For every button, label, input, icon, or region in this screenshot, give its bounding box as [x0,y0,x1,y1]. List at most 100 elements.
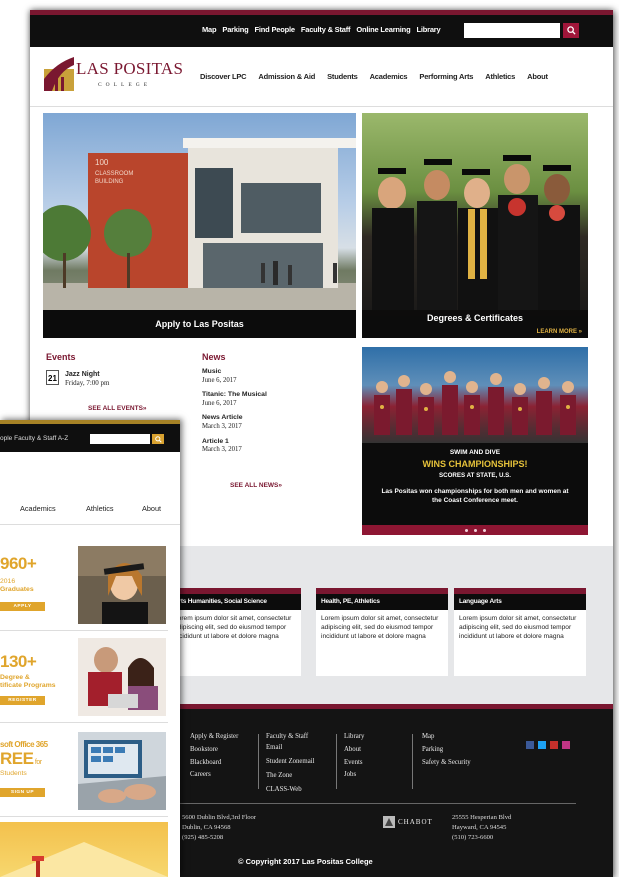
division-tile-title[interactable]: Arts Humanities, Social Science [169,594,301,610]
stat-card-office365[interactable]: soft Office 365 REE for Students SIGN UP [0,732,168,810]
nav-academics[interactable]: Academics [370,72,408,81]
apply-button[interactable]: APPLY [0,602,45,611]
carousel-dots[interactable] [362,525,588,535]
news-item-title[interactable]: Article 1 [202,438,229,445]
footer-link[interactable]: Library [344,731,364,744]
see-all-events-link[interactable]: SEE ALL EVENTS» [88,405,147,412]
news-item-title[interactable]: Music [202,368,221,375]
hero-apply[interactable]: 100 CLASSROOM BUILDING Apply to Las Posi… [43,113,356,338]
footer-link[interactable]: Email [266,742,315,753]
search-button[interactable] [563,23,579,38]
swim-body: Las Positas won championships for both m… [381,488,569,504]
division-tile-title[interactable]: Language Arts [454,594,586,610]
mobile-search-button[interactable] [152,434,164,444]
see-all-news-link[interactable]: SEE ALL NEWS» [230,482,282,489]
footer-link[interactable]: Map [422,731,471,744]
footer-link[interactable]: Blackboard [190,757,238,770]
division-tile-title[interactable]: Health, PE, Athletics [316,594,448,610]
event-name[interactable]: Jazz Night [65,371,100,378]
stat-card-programs[interactable]: 130+ Degree & tificate Programs REGISTER [0,638,168,716]
footer-link[interactable]: Bookstore [190,744,238,757]
social-links [526,741,570,749]
card-separator [0,630,168,631]
youtube-icon[interactable] [550,741,558,749]
footer-col-1: Apply & Register Bookstore Blackboard Ca… [190,731,238,782]
mobile-nav-academics[interactable]: Academics [20,504,56,513]
utility-link-library[interactable]: Library [416,25,440,34]
news-item-date: March 3, 2017 [202,422,242,430]
stat-number: 130+ [0,652,37,671]
news-item-title[interactable]: News Article [202,414,243,421]
footer-rule [178,803,576,804]
footer-link[interactable]: Events [344,757,364,770]
utility-link-online-learning[interactable]: Online Learning [356,25,410,34]
main-nav: Discover LPC Admission & Aid Students Ac… [200,72,548,81]
hero-degrees[interactable]: Degrees & Certificates LEARN MORE » [362,113,588,338]
division-tile-health[interactable]: Health, PE, Athletics Lorem ipsum dolor … [316,588,448,676]
nav-students[interactable]: Students [327,72,358,81]
news-item[interactable]: News Article March 3, 2017 [202,414,312,431]
facebook-icon[interactable] [526,741,534,749]
copyright: © Copyright 2017 Las Positas College [238,857,373,866]
division-tile-arts[interactable]: Arts Humanities, Social Science Lorem ip… [169,588,301,676]
calendar-icon: 21 [46,370,59,385]
utility-link-find-people[interactable]: Find People [255,25,296,34]
chabot-logo-icon [383,816,395,828]
news-item-title[interactable]: Titanic: The Musical [202,391,267,398]
footer-link[interactable]: Apply & Register [190,731,238,744]
nav-about[interactable]: About [527,72,548,81]
footer-link[interactable]: About [344,744,364,757]
utility-link-parking[interactable]: Parking [222,25,248,34]
footer-link[interactable]: Parking [422,744,471,757]
hero-degrees-title[interactable]: Degrees & Certificates [362,313,588,323]
mobile-utility-links[interactable]: ople Faculty & Staff A-Z [0,435,68,442]
card-separator [0,722,168,723]
team-photo [362,347,588,443]
footer-link[interactable]: Jobs [344,769,364,782]
hero-apply-caption[interactable]: Apply to Las Positas [43,310,356,338]
chabot-logo[interactable]: CHABOT [383,815,443,829]
swim-promo[interactable]: SWIM AND DIVE WINS CHAMPIONSHIPS! SCORES… [362,347,588,535]
footer-col-2: Faculty & Staff Email Student Zonemail T… [266,731,315,795]
footer-link[interactable]: The Zone [266,770,315,781]
utility-link-faculty-staff[interactable]: Faculty & Staff [301,25,351,34]
mobile-nav-athletics[interactable]: Athletics [86,504,114,513]
instagram-icon[interactable] [562,741,570,749]
register-button[interactable]: REGISTER [0,696,45,705]
news-item[interactable]: Music June 6, 2017 [202,368,312,385]
nav-performing-arts[interactable]: Performing Arts [419,72,473,81]
nav-discover[interactable]: Discover LPC [200,72,247,81]
learn-more-link[interactable]: LEARN MORE » [537,329,582,335]
swim-headline[interactable]: WINS CHAMPIONSHIPS! [362,459,588,469]
promo-banner[interactable] [0,822,168,877]
logo-wordmark[interactable]: LAS POSITAS [76,59,183,79]
event-item[interactable]: 21 Jazz Night Friday, 7:00 pm [46,370,186,388]
chabot-wordmark: CHABOT [398,818,433,826]
division-tile-language[interactable]: Language Arts Lorem ipsum dolor sit amet… [454,588,586,676]
nav-admission[interactable]: Admission & Aid [258,72,315,81]
carousel-dot[interactable] [473,528,477,532]
footer-divider [412,734,413,789]
carousel-dot[interactable] [464,528,468,532]
footer-link[interactable]: Faculty & Staff [266,731,315,742]
lpc-address: 5600 Dublin Blvd,3rd Floor Dublin, CA 94… [182,814,256,841]
college-logo-icon[interactable] [44,55,74,91]
footer-link[interactable]: Safety & Security [422,757,471,770]
news-item[interactable]: Article 1 March 3, 2017 [202,438,312,455]
search-input[interactable] [464,23,560,38]
nav-athletics[interactable]: Athletics [485,72,515,81]
stat-card-graduates[interactable]: 960+ 2016 Graduates APPLY [0,546,168,624]
footer-link[interactable]: CLASS-Web [266,784,315,795]
utility-link-map[interactable]: Map [202,25,217,34]
carousel-dot[interactable] [482,528,486,532]
sign-up-button[interactable]: SIGN UP [0,788,45,797]
search-icon [154,435,162,443]
svg-text:CLASSROOM: CLASSROOM [95,171,133,177]
footer-link[interactable]: Careers [190,769,238,782]
footer-col-3: Library About Events Jobs [344,731,364,782]
footer-link[interactable]: Student Zonemail [266,756,315,767]
mobile-nav-about[interactable]: About [142,504,161,513]
mobile-search-input[interactable] [90,434,150,444]
twitter-icon[interactable] [538,741,546,749]
news-item[interactable]: Titanic: The Musical June 6, 2017 [202,391,312,408]
